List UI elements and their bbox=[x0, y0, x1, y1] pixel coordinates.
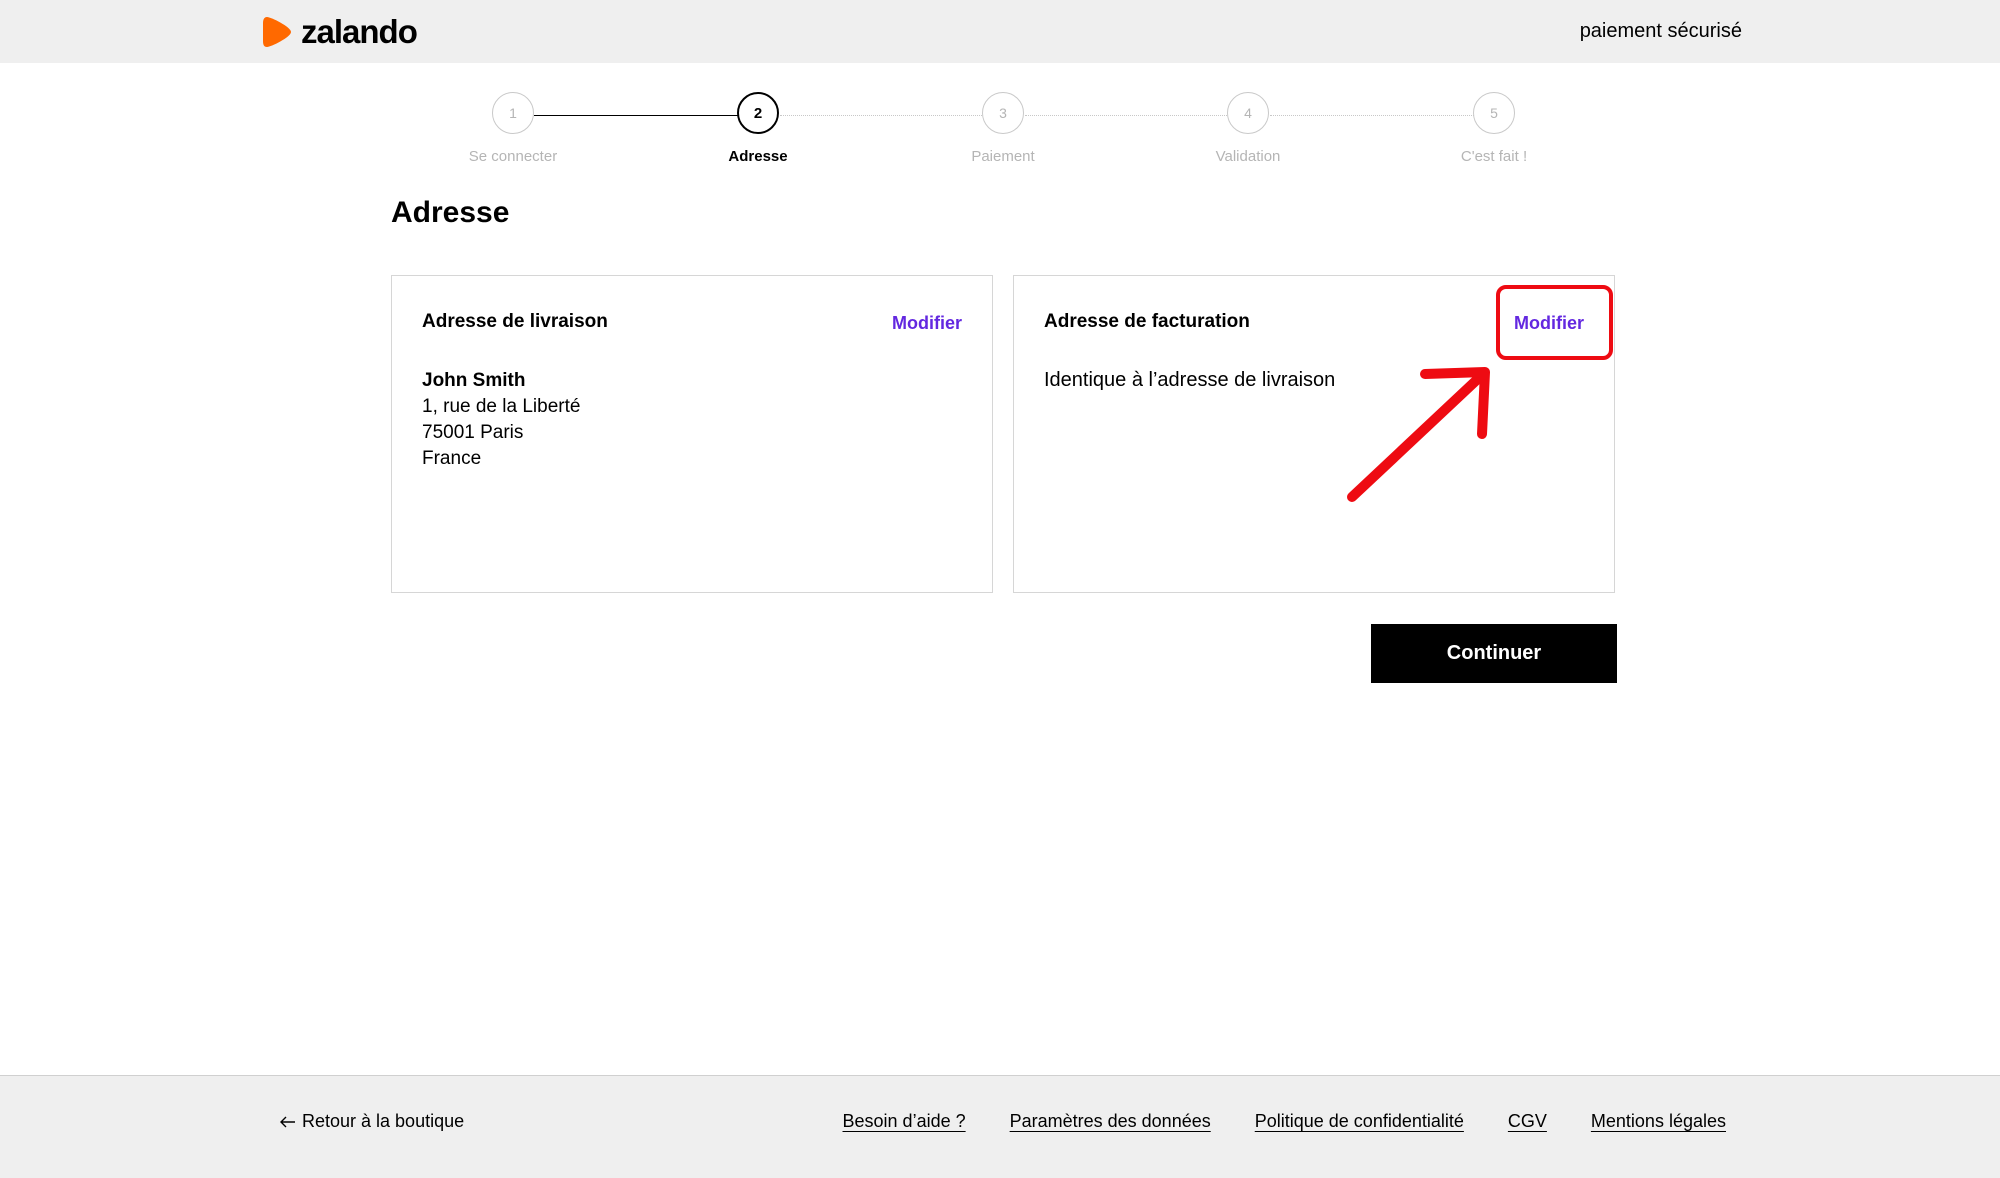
zalando-logo[interactable]: zalando bbox=[263, 13, 418, 50]
step-number: 2 bbox=[737, 92, 779, 134]
delivery-address-block: John Smith 1, rue de la Liberté 75001 Pa… bbox=[422, 368, 580, 472]
step-done: 5 C'est fait ! bbox=[1414, 92, 1574, 165]
step-number: 5 bbox=[1473, 92, 1515, 134]
back-to-shop-link[interactable]: Retour à la boutique bbox=[280, 1111, 464, 1132]
billing-address-card: Adresse de facturation Modifier Identiqu… bbox=[1013, 275, 1615, 593]
step-label: Paiement bbox=[971, 148, 1035, 165]
step-label: Se connecter bbox=[468, 148, 558, 165]
delivery-address-card: Adresse de livraison Modifier John Smith… bbox=[391, 275, 993, 593]
edit-delivery-address-link[interactable]: Modifier bbox=[892, 313, 962, 334]
arrow-left-icon bbox=[280, 1116, 295, 1127]
legal-notice-link[interactable]: Mentions légales bbox=[1591, 1111, 1726, 1132]
step-label: Adresse bbox=[728, 148, 788, 165]
step-number: 4 bbox=[1227, 92, 1269, 134]
footer: Retour à la boutique Besoin d’aide ? Par… bbox=[0, 1075, 2000, 1178]
terms-link[interactable]: CGV bbox=[1508, 1111, 1547, 1132]
help-link[interactable]: Besoin d’aide ? bbox=[843, 1111, 966, 1132]
zalando-play-icon bbox=[263, 17, 291, 47]
address-country: France bbox=[422, 448, 482, 469]
step-payment: 3 Paiement bbox=[923, 92, 1083, 165]
secure-payment-label: paiement sécurisé bbox=[1579, 20, 1742, 42]
billing-same-as-delivery-text: Identique à l’adresse de livraison bbox=[1044, 369, 1336, 391]
billing-address-title: Adresse de facturation bbox=[1044, 311, 1250, 332]
data-settings-link[interactable]: Paramètres des données bbox=[1010, 1111, 1211, 1132]
footer-links: Besoin d’aide ? Paramètres des données P… bbox=[843, 1111, 1726, 1132]
logo-text: zalando bbox=[301, 13, 418, 50]
page-title: Adresse bbox=[391, 196, 510, 229]
step-address: 2 Adresse bbox=[678, 92, 838, 165]
step-validation: 4 Validation bbox=[1168, 92, 1328, 165]
step-number: 1 bbox=[492, 92, 534, 134]
top-bar: zalando paiement sécurisé bbox=[0, 0, 2000, 63]
step-number: 3 bbox=[982, 92, 1024, 134]
address-postal-city: 75001 Paris bbox=[422, 422, 524, 443]
step-login: 1 Se connecter bbox=[433, 92, 593, 165]
recipient-name: John Smith bbox=[422, 370, 526, 391]
checkout-stepper: 1 Se connecter 2 Adresse 3 Paiement 4 Va… bbox=[0, 92, 2000, 172]
edit-billing-address-link[interactable]: Modifier bbox=[1514, 313, 1584, 334]
step-label: C'est fait ! bbox=[1460, 148, 1528, 165]
address-line: 1, rue de la Liberté bbox=[422, 396, 581, 417]
delivery-address-title: Adresse de livraison bbox=[422, 311, 608, 332]
back-to-shop-label: Retour à la boutique bbox=[302, 1111, 465, 1131]
step-label: Validation bbox=[1215, 148, 1281, 165]
continue-button[interactable]: Continuer bbox=[1371, 624, 1617, 683]
privacy-policy-link[interactable]: Politique de confidentialité bbox=[1255, 1111, 1464, 1132]
